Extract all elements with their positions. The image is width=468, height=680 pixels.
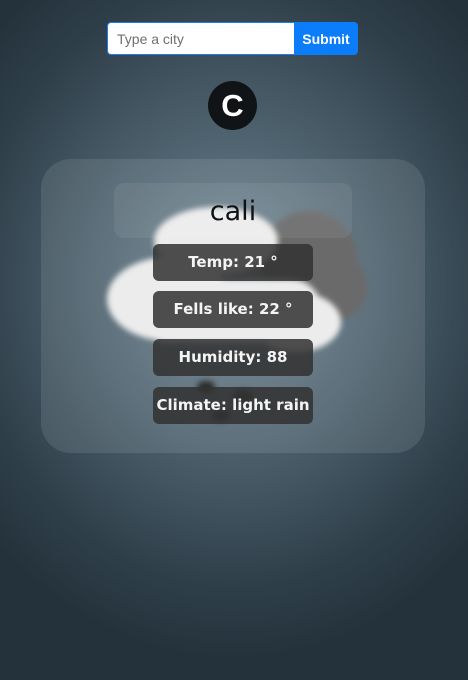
temperature-label: Temp: 21 °: [153, 244, 313, 281]
weather-card: cali Temp: 21 ° Fells like: 22 ° Humidit…: [41, 159, 425, 453]
feels-like-label: Fells like: 22 °: [153, 291, 313, 328]
city-name: cali: [209, 196, 257, 227]
climate-label: Climate: light rain: [153, 387, 313, 424]
app-logo: C: [208, 81, 257, 130]
humidity-label: Humidity: 88: [153, 339, 313, 376]
search-form: Submit: [107, 22, 358, 55]
city-search-input[interactable]: [107, 22, 294, 55]
submit-button[interactable]: Submit: [294, 22, 358, 55]
